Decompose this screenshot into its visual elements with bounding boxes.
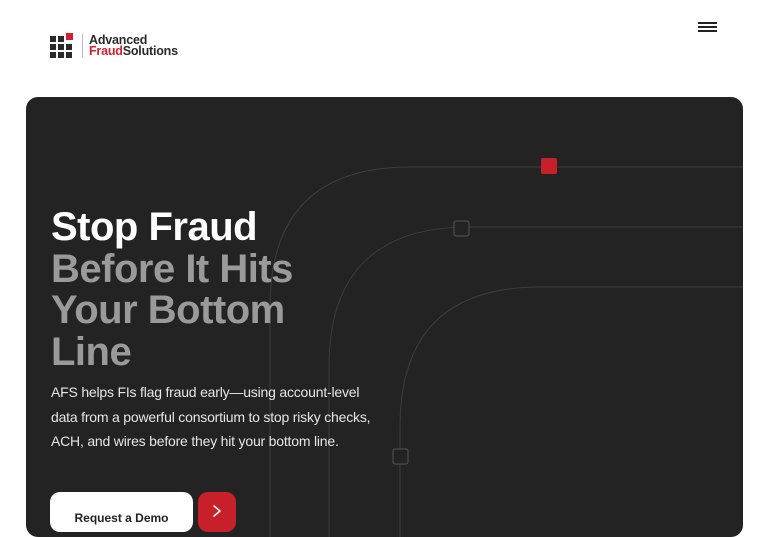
hero-title: Stop Fraud Before It Hits Your Bottom Li…: [51, 205, 293, 374]
request-demo-button[interactable]: Request a Demo: [50, 492, 193, 532]
brand-name-solutions: Solutions: [122, 44, 178, 58]
hamburger-menu-icon[interactable]: [696, 18, 720, 36]
hero-description: AFS helps FIs flag fraud early—using acc…: [51, 384, 371, 449]
decor-line-inner: [399, 286, 743, 537]
decor-line-middle: [328, 226, 743, 537]
logo-grid-icon: [50, 33, 74, 59]
decor-node-red: [541, 158, 557, 174]
hero-title-line1: Stop Fraud: [51, 205, 258, 249]
decor-node: [392, 448, 409, 465]
hero-section: Stop Fraud Before It Hits Your Bottom Li…: [26, 97, 743, 537]
brand-name-fraud: Fraud: [89, 44, 123, 58]
site-header: Advanced FraudSolutions: [0, 0, 768, 96]
hero-title-line3: Your Bottom: [51, 288, 285, 332]
hero-title-line2: Before It Hits: [51, 246, 293, 291]
brand-name-line2: FraudSolutions: [89, 44, 178, 58]
arrow-right-icon: [213, 505, 221, 517]
brand-wordmark: Advanced FraudSolutions: [89, 34, 178, 58]
brand-logo[interactable]: Advanced FraudSolutions: [50, 33, 178, 59]
decor-line-outer: [269, 166, 743, 537]
arrow-button[interactable]: [198, 492, 236, 532]
logo-divider: [82, 34, 83, 58]
hero-title-line4: Line: [51, 329, 132, 374]
decor-node: [453, 220, 470, 237]
